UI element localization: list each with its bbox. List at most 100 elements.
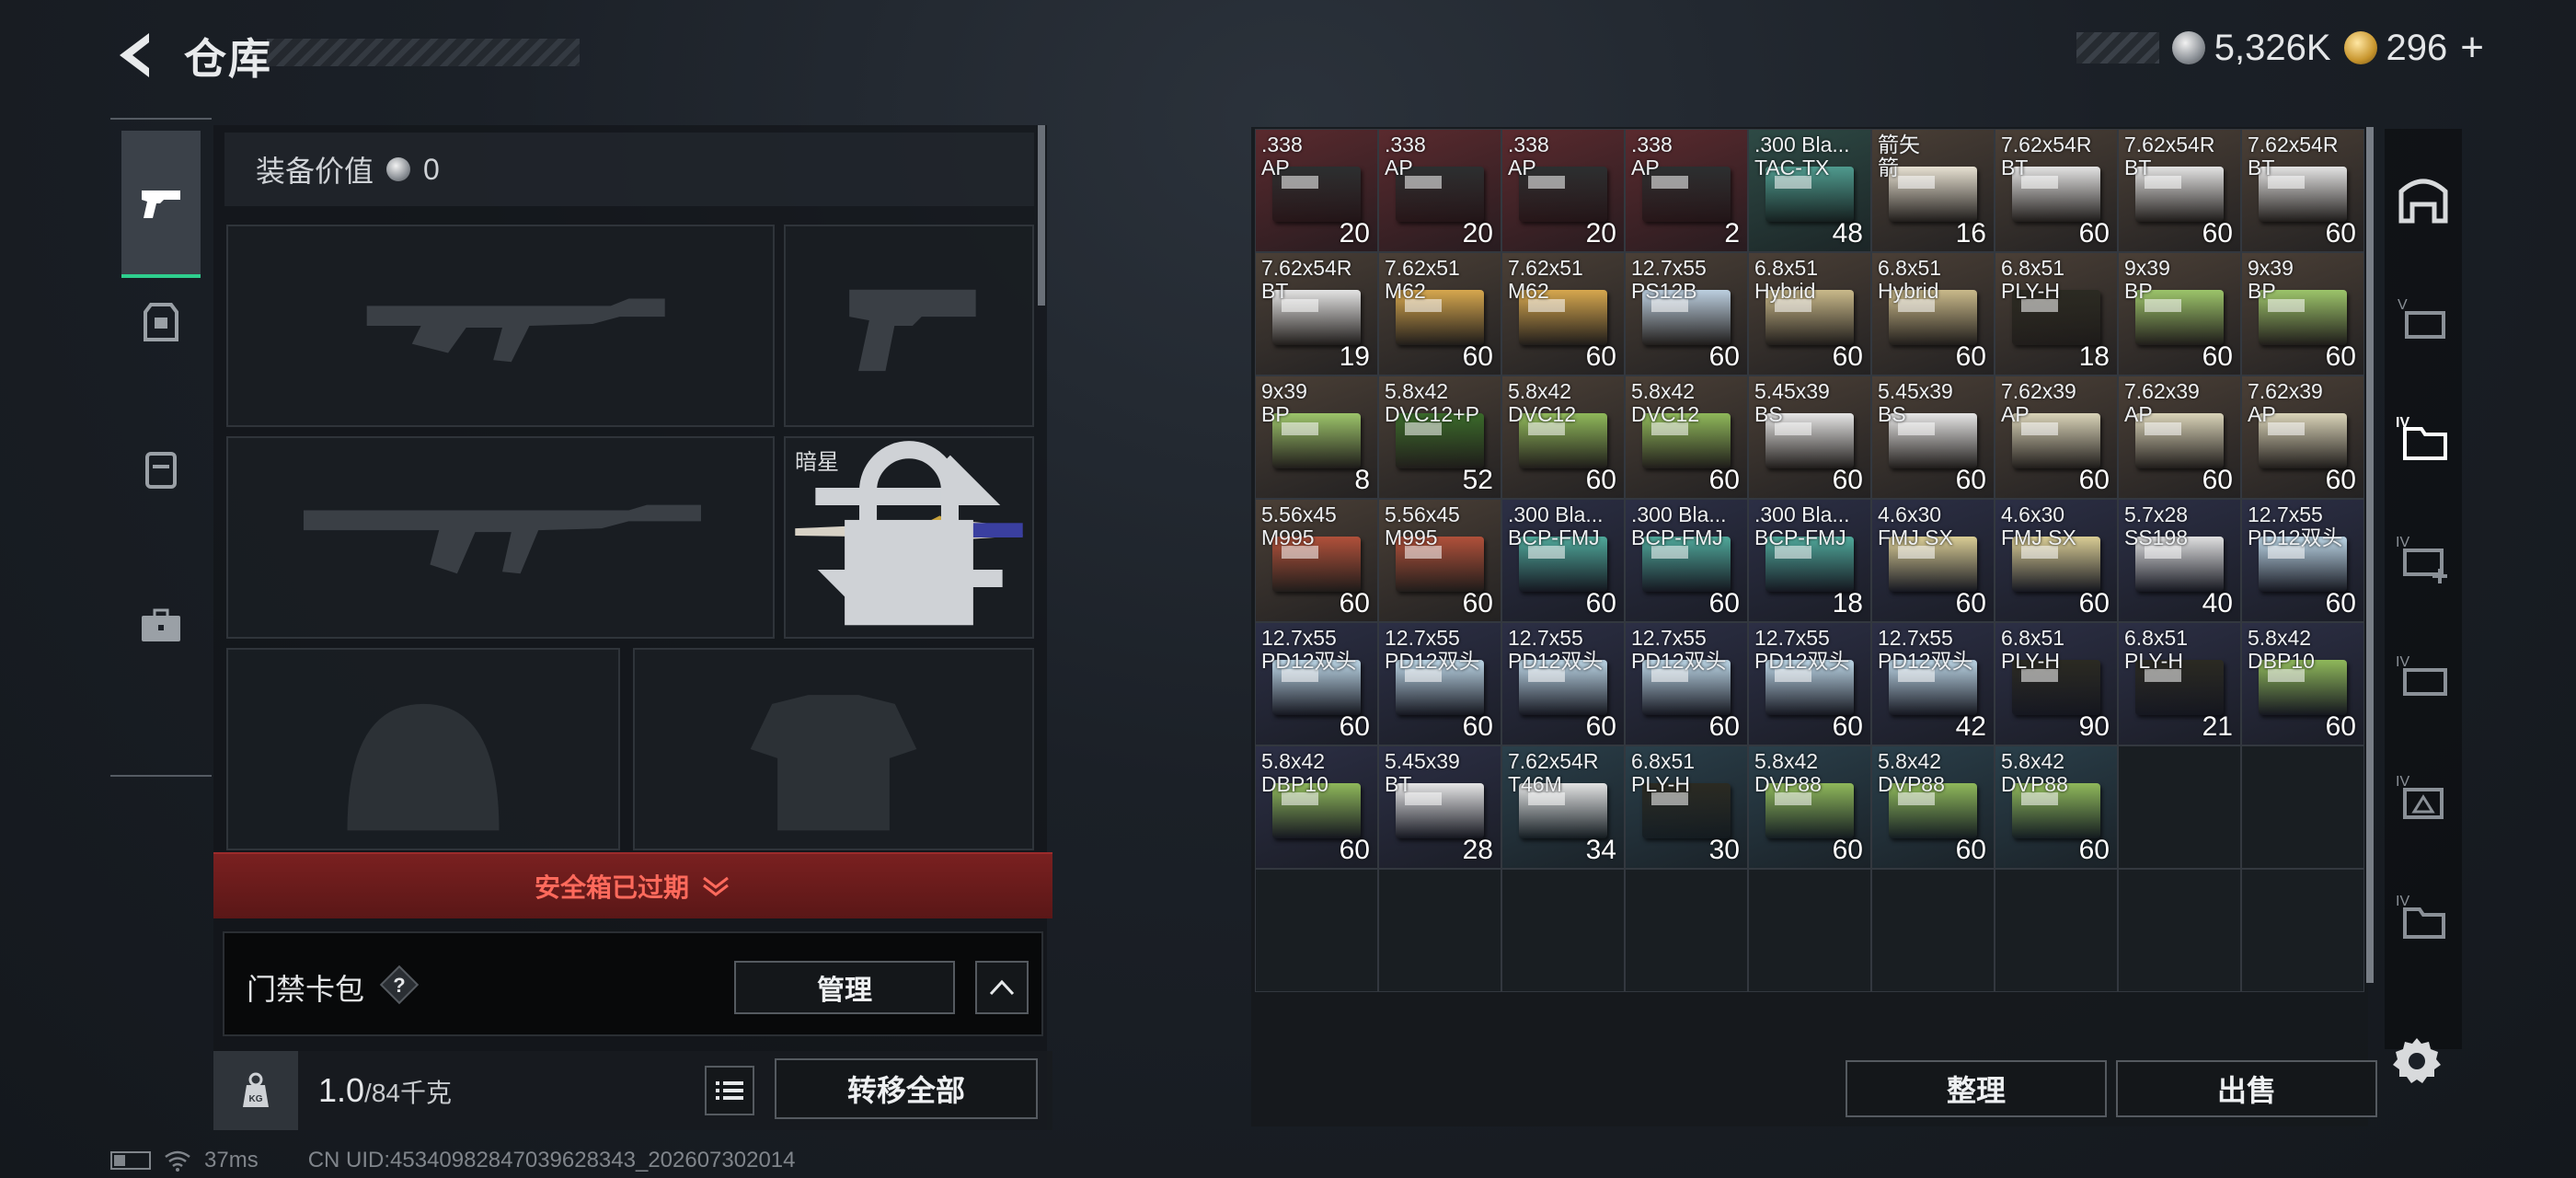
transfer-all-button[interactable]: 转移全部 [775, 1058, 1038, 1119]
item-quantity: 60 [2078, 218, 2110, 248]
storage-item[interactable]: 7.62x54R BT 60 [1995, 129, 2118, 252]
add-currency-icon[interactable]: + [2460, 25, 2484, 71]
tab-storage-iv-4[interactable]: IV [2390, 764, 2456, 830]
storage-item[interactable]: 7.62x54R BT 60 [2118, 129, 2241, 252]
safe-box-expired-banner[interactable]: 安全箱已过期 [213, 852, 1052, 918]
storage-item[interactable]: 5.45x39 BS 60 [1748, 375, 1871, 499]
empty-slot[interactable] [1255, 869, 1378, 992]
storage-item[interactable]: 7.62x39 AP 60 [1995, 375, 2118, 499]
storage-item[interactable]: 9x39 BP 8 [1255, 375, 1378, 499]
storage-item[interactable]: 4.6x30 FMJ SX 60 [1995, 499, 2118, 622]
empty-slot[interactable] [2241, 745, 2364, 869]
storage-item[interactable]: 5.8x42 DVC12 60 [1625, 375, 1748, 499]
storage-item[interactable]: 12.7x55 PD12双头 60 [1255, 622, 1378, 745]
storage-item[interactable]: 12.7x55 PS12B 60 [1625, 252, 1748, 375]
empty-slot[interactable] [2241, 869, 2364, 992]
storage-item[interactable]: 5.8x42 DVP88 60 [1871, 745, 1995, 869]
storage-item[interactable]: 5.8x42 DBP10 60 [1255, 745, 1378, 869]
storage-item[interactable]: 4.6x30 FMJ SX 60 [1871, 499, 1995, 622]
tab-storage-home[interactable] [2390, 166, 2456, 232]
storage-item[interactable]: .338 AP 20 [1255, 129, 1378, 252]
storage-item[interactable]: 6.8x51 Hybrid 60 [1748, 252, 1871, 375]
helmet-slot[interactable] [226, 648, 620, 850]
empty-slot[interactable] [2118, 869, 2241, 992]
storage-item[interactable]: 5.7x28 SS198 40 [2118, 499, 2241, 622]
empty-slot[interactable] [1501, 869, 1625, 992]
storage-item[interactable]: .300 Bla... BCP-FMJ 60 [1625, 499, 1748, 622]
gold-currency[interactable]: 296 + [2343, 25, 2484, 71]
storage-item[interactable]: 5.45x39 BS 60 [1871, 375, 1995, 499]
empty-slot[interactable] [1871, 869, 1995, 992]
storage-item[interactable]: 箭矢 箭 16 [1871, 129, 1995, 252]
settings-gear-icon[interactable] [2390, 1034, 2444, 1088]
storage-item[interactable]: 12.7x55 PD12双头 60 [1748, 622, 1871, 745]
item-name: 6.8x51 PLY-H [2001, 256, 2065, 303]
empty-slot[interactable] [1995, 869, 2118, 992]
tab-storage-iv-3[interactable]: IV [2390, 644, 2456, 710]
storage-item[interactable]: .300 Bla... TAC-TX 48 [1748, 129, 1871, 252]
storage-item[interactable]: .338 AP 2 [1625, 129, 1748, 252]
collapse-button[interactable] [975, 961, 1029, 1014]
storage-scrollbar[interactable] [2366, 127, 2374, 983]
empty-slot[interactable] [1625, 869, 1748, 992]
storage-item[interactable]: 5.8x42 DBP10 60 [2241, 622, 2364, 745]
storage-item[interactable]: 12.7x55 PD12双头 60 [1625, 622, 1748, 745]
storage-item[interactable]: 5.56x45 M995 60 [1255, 499, 1378, 622]
sort-button[interactable]: 整理 [1846, 1060, 2107, 1117]
storage-item[interactable]: 7.62x39 AP 60 [2118, 375, 2241, 499]
storage-item[interactable]: .338 AP 20 [1501, 129, 1625, 252]
storage-item[interactable]: 12.7x55 PD12双头 60 [1378, 622, 1501, 745]
empty-slot[interactable] [1748, 869, 1871, 992]
storage-item[interactable]: .300 Bla... BCP-FMJ 60 [1501, 499, 1625, 622]
tab-case[interactable] [121, 552, 201, 699]
item-quantity: 60 [1832, 835, 1863, 865]
item-quantity: 8 [1354, 465, 1370, 495]
secondary-weapon-slot[interactable] [226, 436, 775, 639]
storage-item[interactable]: 6.8x51 Hybrid 60 [1871, 252, 1995, 375]
storage-item[interactable]: 7.62x54R BT 60 [2241, 129, 2364, 252]
storage-item[interactable]: 5.56x45 M995 60 [1378, 499, 1501, 622]
tab-armor[interactable] [121, 248, 201, 396]
storage-item[interactable]: 6.8x51 PLY-H 18 [1995, 252, 2118, 375]
storage-item[interactable]: 7.62x54R T46M 34 [1501, 745, 1625, 869]
storage-item[interactable]: 5.8x42 DVP88 60 [1995, 745, 2118, 869]
empty-slot[interactable] [1378, 869, 1501, 992]
storage-item[interactable]: 12.7x55 PD12双头 60 [1501, 622, 1625, 745]
storage-item[interactable]: 9x39 BP 60 [2118, 252, 2241, 375]
storage-item[interactable]: 5.45x39 BT 28 [1378, 745, 1501, 869]
manage-button[interactable]: 管理 [734, 961, 955, 1014]
melee-slot[interactable]: 暗星 [784, 436, 1034, 639]
storage-item[interactable]: 6.8x51 PLY-H 21 [2118, 622, 2241, 745]
sell-button[interactable]: 出售 [2116, 1060, 2377, 1117]
tab-storage-iv-1[interactable]: IV [2390, 405, 2456, 471]
storage-item[interactable]: 5.8x42 DVP88 60 [1748, 745, 1871, 869]
storage-item[interactable]: 9x39 BP 60 [2241, 252, 2364, 375]
storage-item[interactable]: 7.62x51 M62 60 [1378, 252, 1501, 375]
storage-item[interactable]: 7.62x54R BT 19 [1255, 252, 1378, 375]
item-quantity: 34 [1585, 835, 1616, 865]
primary-weapon-slot[interactable] [226, 225, 775, 427]
storage-item[interactable]: .338 AP 20 [1378, 129, 1501, 252]
help-icon[interactable]: ? [379, 964, 420, 1005]
loadout-scrollbar[interactable] [1038, 125, 1045, 306]
storage-item[interactable]: .300 Bla... BCP-FMJ 18 [1748, 499, 1871, 622]
storage-item[interactable]: 7.62x39 AP 60 [2241, 375, 2364, 499]
storage-item[interactable]: 5.8x42 DVC12 60 [1501, 375, 1625, 499]
item-name: 5.7x28 SS198 [2124, 502, 2189, 549]
tab-storage-iv-2[interactable]: IV [2390, 525, 2456, 591]
pistol-slot[interactable] [784, 225, 1034, 427]
storage-item[interactable]: 12.7x55 PD12双头 42 [1871, 622, 1995, 745]
back-arrow-icon[interactable] [109, 28, 164, 83]
storage-item[interactable]: 7.62x51 M62 60 [1501, 252, 1625, 375]
tab-storage-v[interactable]: V [2390, 285, 2456, 352]
body-armor-slot[interactable] [633, 648, 1034, 850]
tab-backpack[interactable] [121, 396, 201, 543]
storage-item[interactable]: 12.7x55 PD12双头 60 [2241, 499, 2364, 622]
item-quantity: 60 [1585, 465, 1616, 495]
tab-storage-iv-5[interactable]: IV [2390, 884, 2456, 950]
storage-item[interactable]: 5.8x42 DVC12+P 52 [1378, 375, 1501, 499]
storage-item[interactable]: 6.8x51 PLY-H 90 [1995, 622, 2118, 745]
empty-slot[interactable] [2118, 745, 2241, 869]
storage-item[interactable]: 6.8x51 PLY-H 30 [1625, 745, 1748, 869]
list-view-button[interactable] [705, 1066, 754, 1115]
